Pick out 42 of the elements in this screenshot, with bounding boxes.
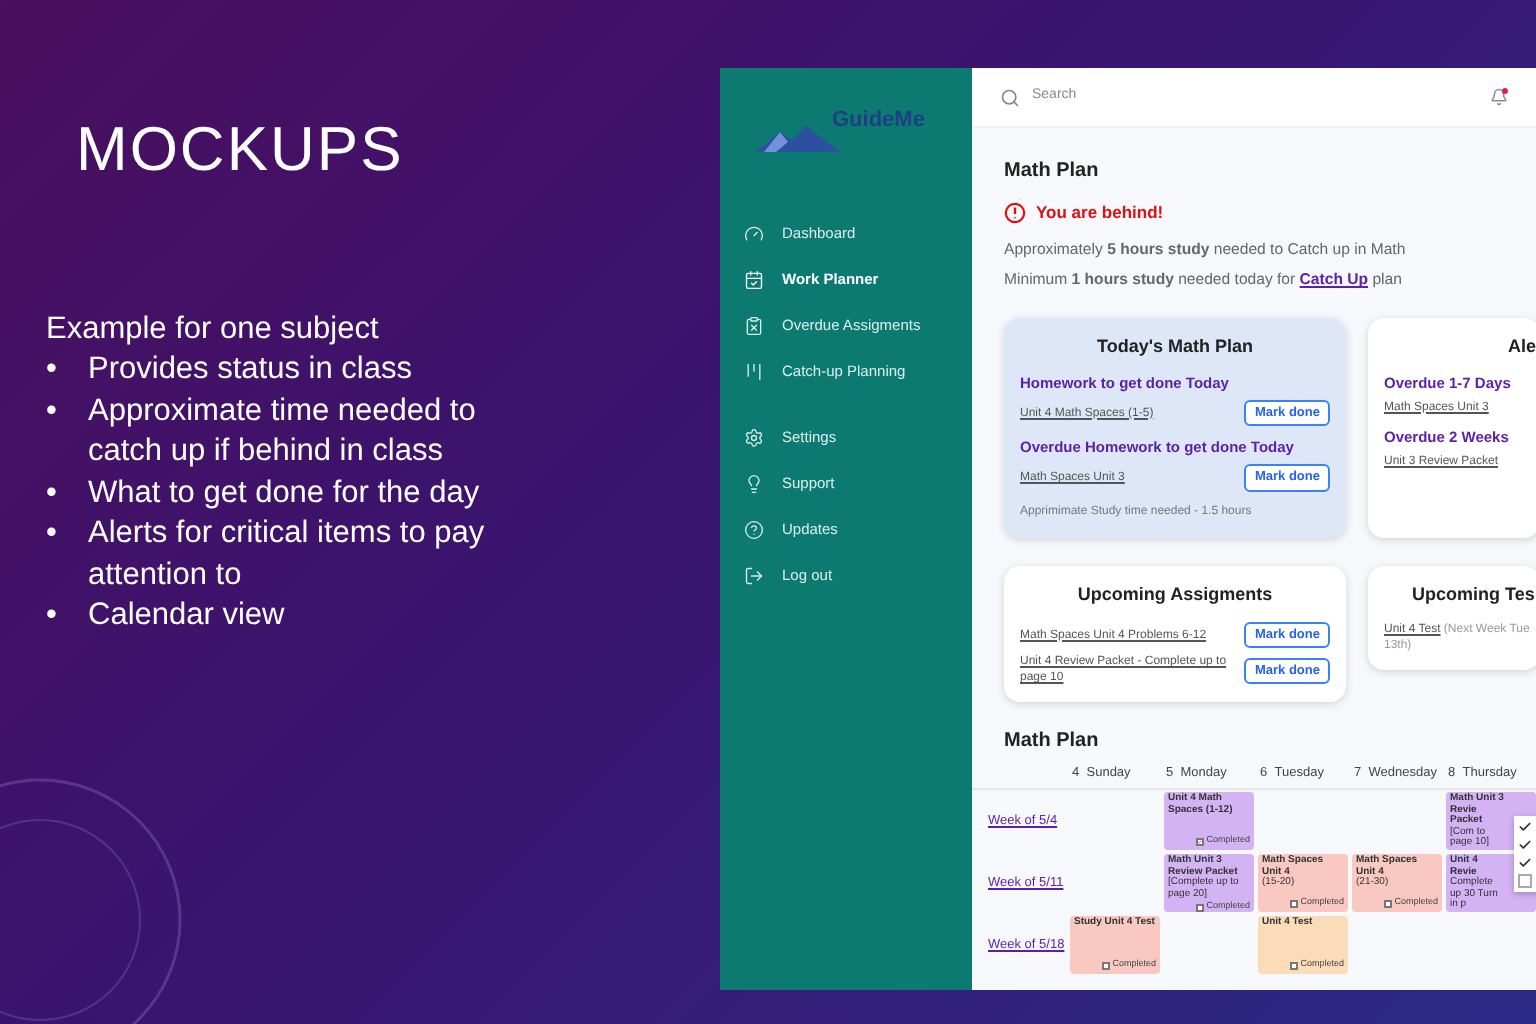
notification-icon[interactable]	[1490, 88, 1508, 106]
board-icon	[744, 361, 764, 381]
mountain-logo-icon	[756, 124, 840, 152]
card-title: Ale	[1505, 334, 1536, 361]
bullet-mark: •	[46, 393, 57, 427]
bullet-mark: •	[46, 598, 57, 632]
completed-checkbox[interactable]	[1102, 961, 1111, 970]
gear-icon	[744, 427, 764, 447]
bullet-mark: •	[46, 352, 57, 386]
popup-checkbox[interactable]	[1518, 874, 1532, 889]
popup-checkbox[interactable]	[1518, 820, 1532, 835]
bullet-text: Alerts for critical items to pay attention to	[88, 514, 487, 595]
clipboard-icon	[744, 315, 764, 335]
completed-checkbox[interactable]	[1196, 903, 1205, 911]
logout-icon	[744, 565, 764, 585]
popup-checkbox[interactable]	[1518, 838, 1532, 853]
help-icon	[744, 519, 764, 539]
bullet-text: Calendar view	[88, 596, 287, 636]
slide-title: MOCKUPS	[76, 112, 406, 188]
bullet-text: Approximate time needed to catch up if behind in class	[88, 391, 478, 472]
page-heading: Math Plan	[1004, 158, 1101, 186]
calendar-heading: Math Plan	[1004, 728, 1101, 757]
slide-intro: Example for one subject	[46, 309, 381, 349]
search-icon	[1000, 87, 1020, 107]
completed-checkbox[interactable]	[1384, 899, 1393, 908]
card-title: Today's Math Plan	[1095, 334, 1255, 361]
alert-text: You are behind!	[1036, 200, 1164, 226]
card-title: Upcoming Assigments	[1075, 582, 1275, 609]
alert-icon	[1004, 201, 1026, 224]
calendar-check-icon	[744, 269, 764, 289]
card-title: Upcoming Tes	[1410, 582, 1536, 609]
completed-checkbox[interactable]	[1290, 961, 1299, 970]
lightbulb-icon	[744, 473, 764, 493]
popup-checkbox[interactable]	[1518, 856, 1532, 871]
bullet-text: Provides status in class	[88, 350, 414, 390]
bullet-text: What to get done for the day	[88, 473, 482, 513]
gauge-icon	[744, 223, 764, 243]
logo-text: GuideMe	[832, 105, 925, 135]
bullet-mark: •	[46, 475, 57, 509]
completed-checkbox[interactable]	[1290, 899, 1299, 908]
completed-checkbox[interactable]	[1196, 837, 1205, 846]
bullet-mark: •	[46, 516, 57, 550]
